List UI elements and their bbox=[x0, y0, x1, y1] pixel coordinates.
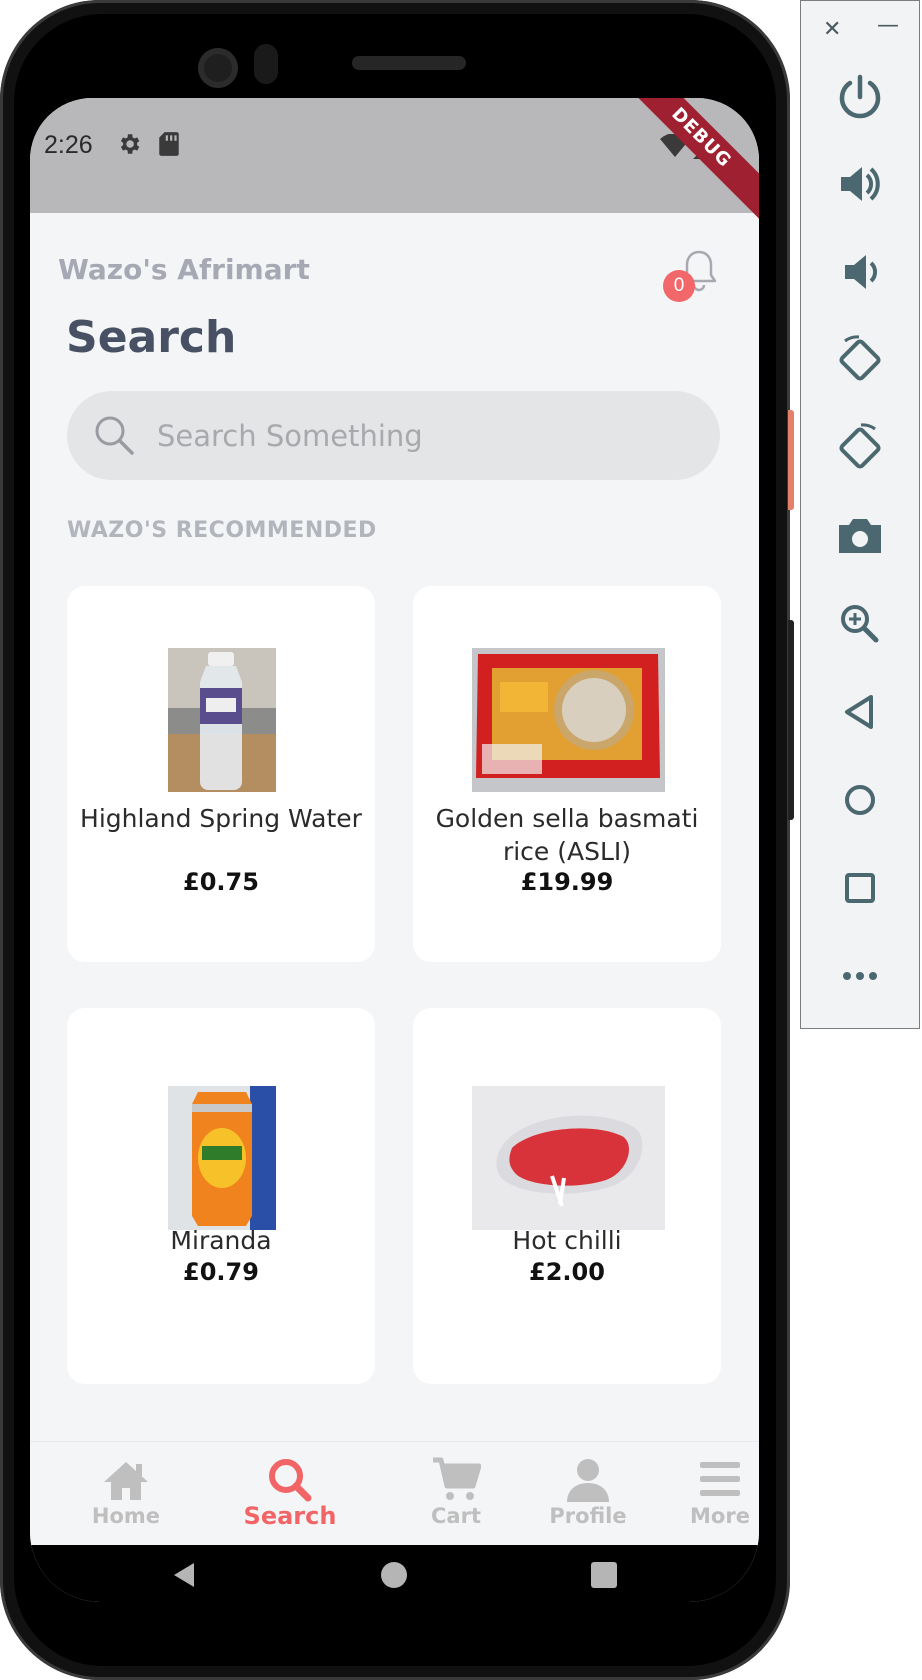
cart-icon bbox=[433, 1457, 481, 1500]
product-price: £19.99 bbox=[520, 868, 614, 896]
nav-label-cart: Cart bbox=[431, 1504, 481, 1528]
earpiece-speaker bbox=[352, 56, 466, 70]
rotate-left-icon bbox=[839, 335, 881, 381]
product-price: £0.79 bbox=[183, 1258, 259, 1286]
nav-cart[interactable]: Cart bbox=[396, 1442, 516, 1546]
volume-up-icon bbox=[841, 167, 880, 201]
minimize-window-button[interactable]: — bbox=[877, 13, 899, 38]
home-icon bbox=[104, 1462, 148, 1500]
search-icon bbox=[269, 1459, 312, 1502]
section-heading: WAZO'S RECOMMENDED bbox=[67, 518, 377, 543]
sd-card-icon bbox=[159, 132, 179, 156]
product-card[interactable]: Hot chilli £2.00 bbox=[413, 1008, 721, 1384]
product-card[interactable]: Highland Spring Water £0.75 bbox=[67, 586, 375, 962]
nav-label-more: More bbox=[690, 1504, 750, 1528]
product-name: Hot chilli bbox=[512, 1226, 622, 1255]
camera-sensor bbox=[254, 44, 278, 84]
close-window-button[interactable]: ✕ bbox=[823, 17, 841, 42]
nav-home[interactable]: Home bbox=[66, 1442, 186, 1546]
rotate-left-button[interactable] bbox=[831, 331, 889, 389]
system-home-icon[interactable] bbox=[380, 1561, 408, 1589]
overview-button[interactable] bbox=[831, 859, 889, 917]
volume-up-button[interactable] bbox=[831, 155, 889, 213]
power-button[interactable] bbox=[831, 67, 889, 125]
search-input[interactable] bbox=[155, 409, 699, 463]
power-icon bbox=[839, 74, 881, 119]
notification-count-badge: 0 bbox=[663, 270, 695, 302]
rotate-right-icon bbox=[839, 423, 881, 469]
bottom-navigation: Home Search Cart Profile More bbox=[30, 1441, 759, 1546]
system-navigation-bar bbox=[30, 1545, 759, 1602]
volume-side-button bbox=[788, 620, 794, 820]
system-overview-icon[interactable] bbox=[590, 1561, 618, 1589]
emulator-toolbar: ✕ — bbox=[800, 0, 920, 1029]
front-camera bbox=[198, 48, 238, 88]
zoom-button[interactable] bbox=[831, 595, 889, 653]
page-title: Search bbox=[66, 312, 237, 363]
product-image-chilli bbox=[472, 1086, 665, 1230]
product-name: Highland Spring Water bbox=[80, 804, 362, 833]
product-price: £0.75 bbox=[183, 868, 259, 896]
nav-label-home: Home bbox=[91, 1504, 161, 1528]
rotate-right-button[interactable] bbox=[831, 419, 889, 477]
product-image-can bbox=[168, 1086, 276, 1230]
volume-down-icon bbox=[845, 255, 878, 289]
nav-search[interactable]: Search bbox=[230, 1442, 350, 1546]
zoom-icon bbox=[841, 605, 879, 643]
product-image-water bbox=[168, 648, 276, 792]
more-options-button[interactable] bbox=[831, 947, 889, 1005]
system-back-icon[interactable] bbox=[170, 1561, 198, 1589]
debug-banner: DEBUG bbox=[618, 98, 759, 221]
product-name: Golden sella basmati rice (ASLI) bbox=[435, 804, 699, 866]
more-icon bbox=[843, 972, 877, 980]
product-card[interactable]: Miranda £0.79 bbox=[67, 1008, 375, 1384]
power-side-button bbox=[788, 410, 794, 510]
home-button[interactable] bbox=[831, 771, 889, 829]
search-bar[interactable] bbox=[67, 391, 720, 480]
home-icon bbox=[845, 785, 875, 815]
volume-down-button[interactable] bbox=[831, 243, 889, 301]
search-icon bbox=[95, 416, 134, 455]
camera-icon bbox=[839, 519, 881, 553]
menu-icon bbox=[700, 1462, 740, 1496]
back-icon bbox=[845, 695, 873, 729]
status-time: 2:26 bbox=[44, 131, 93, 159]
store-name: Wazo's Afrimart bbox=[58, 253, 310, 286]
nav-profile[interactable]: Profile bbox=[528, 1442, 648, 1546]
phone-frame: 2:26 DEBUG Wazo's Afrimart 0 Search Sear… bbox=[0, 0, 794, 1680]
status-bar: 2:26 DEBUG bbox=[30, 98, 759, 221]
profile-icon bbox=[567, 1459, 609, 1502]
nav-more[interactable]: More bbox=[660, 1442, 759, 1546]
screenshot-button[interactable] bbox=[831, 507, 889, 565]
nav-label-profile: Profile bbox=[549, 1504, 627, 1528]
settings-gear-icon bbox=[120, 134, 140, 154]
product-card[interactable]: Golden sella basmati rice (ASLI) £19.99 bbox=[413, 586, 721, 962]
product-name: Miranda bbox=[170, 1226, 272, 1255]
phone-screen: 2:26 DEBUG Wazo's Afrimart 0 Search Sear… bbox=[30, 98, 759, 1602]
back-button[interactable] bbox=[831, 683, 889, 741]
overview-icon bbox=[845, 873, 875, 903]
product-image-rice bbox=[472, 648, 665, 792]
nav-label-search: Search bbox=[243, 1502, 337, 1530]
product-price: £2.00 bbox=[529, 1258, 605, 1286]
